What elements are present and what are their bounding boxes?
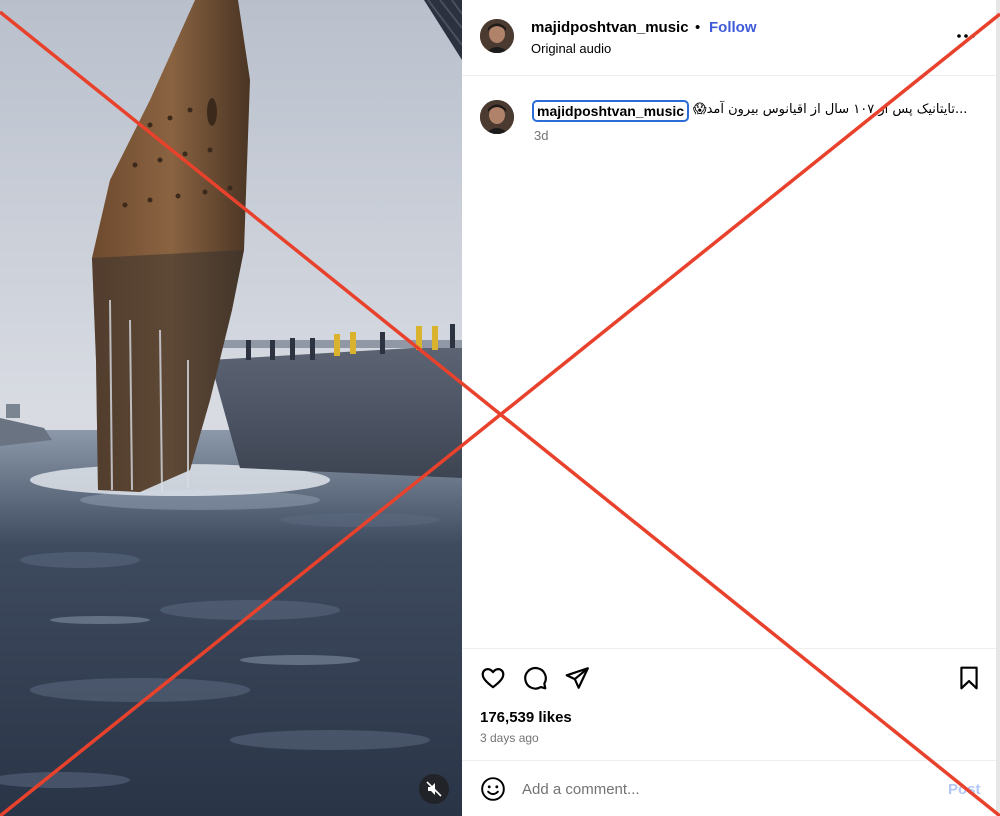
- post-comment-button[interactable]: Post: [948, 781, 981, 798]
- comment-bubble-icon[interactable]: [522, 665, 548, 691]
- profile-photo: [480, 100, 514, 134]
- mute-button[interactable]: [419, 774, 449, 804]
- follow-button[interactable]: Follow: [709, 19, 757, 36]
- caption-text: 😱تایتانیک پس از ۱۰۷ سال از اقیانوس بیرون…: [693, 102, 968, 117]
- post-actions: 176,539 likes 3 days ago: [462, 648, 996, 760]
- ship-rising-from-sea-image: [0, 0, 462, 816]
- caption-timestamp[interactable]: 3d: [534, 128, 548, 143]
- post-date[interactable]: 3 days ago: [480, 731, 539, 745]
- post-header: majidposhtvan_music • Follow Original au…: [462, 0, 996, 76]
- separator-dot: •: [695, 19, 701, 36]
- speaker-muted-icon: [426, 781, 442, 797]
- profile-photo: [480, 19, 514, 53]
- scrollbar-gutter: [996, 0, 1000, 816]
- bookmark-icon[interactable]: [956, 665, 982, 691]
- author-username[interactable]: majidposhtvan_music: [531, 19, 689, 36]
- caption: majidposhtvan_music 😱تایتانیک پس از ۱۰۷ …: [462, 96, 996, 156]
- paper-plane-icon[interactable]: [564, 665, 590, 691]
- post-side-panel: majidposhtvan_music • Follow Original au…: [462, 0, 996, 816]
- like-count[interactable]: 176,539 likes: [480, 709, 572, 726]
- comment-bar: Post: [462, 760, 996, 816]
- emoji-smile-icon[interactable]: [480, 776, 506, 802]
- avatar[interactable]: [480, 100, 514, 134]
- post-video[interactable]: [0, 0, 462, 816]
- heart-icon[interactable]: [480, 665, 506, 691]
- audio-link[interactable]: Original audio: [531, 41, 611, 56]
- caption-username[interactable]: majidposhtvan_music: [532, 100, 690, 122]
- avatar[interactable]: [480, 19, 514, 53]
- more-options-icon[interactable]: [954, 24, 978, 48]
- comment-input[interactable]: [522, 775, 932, 803]
- instagram-post-view: majidposhtvan_music • Follow Original au…: [0, 0, 1000, 816]
